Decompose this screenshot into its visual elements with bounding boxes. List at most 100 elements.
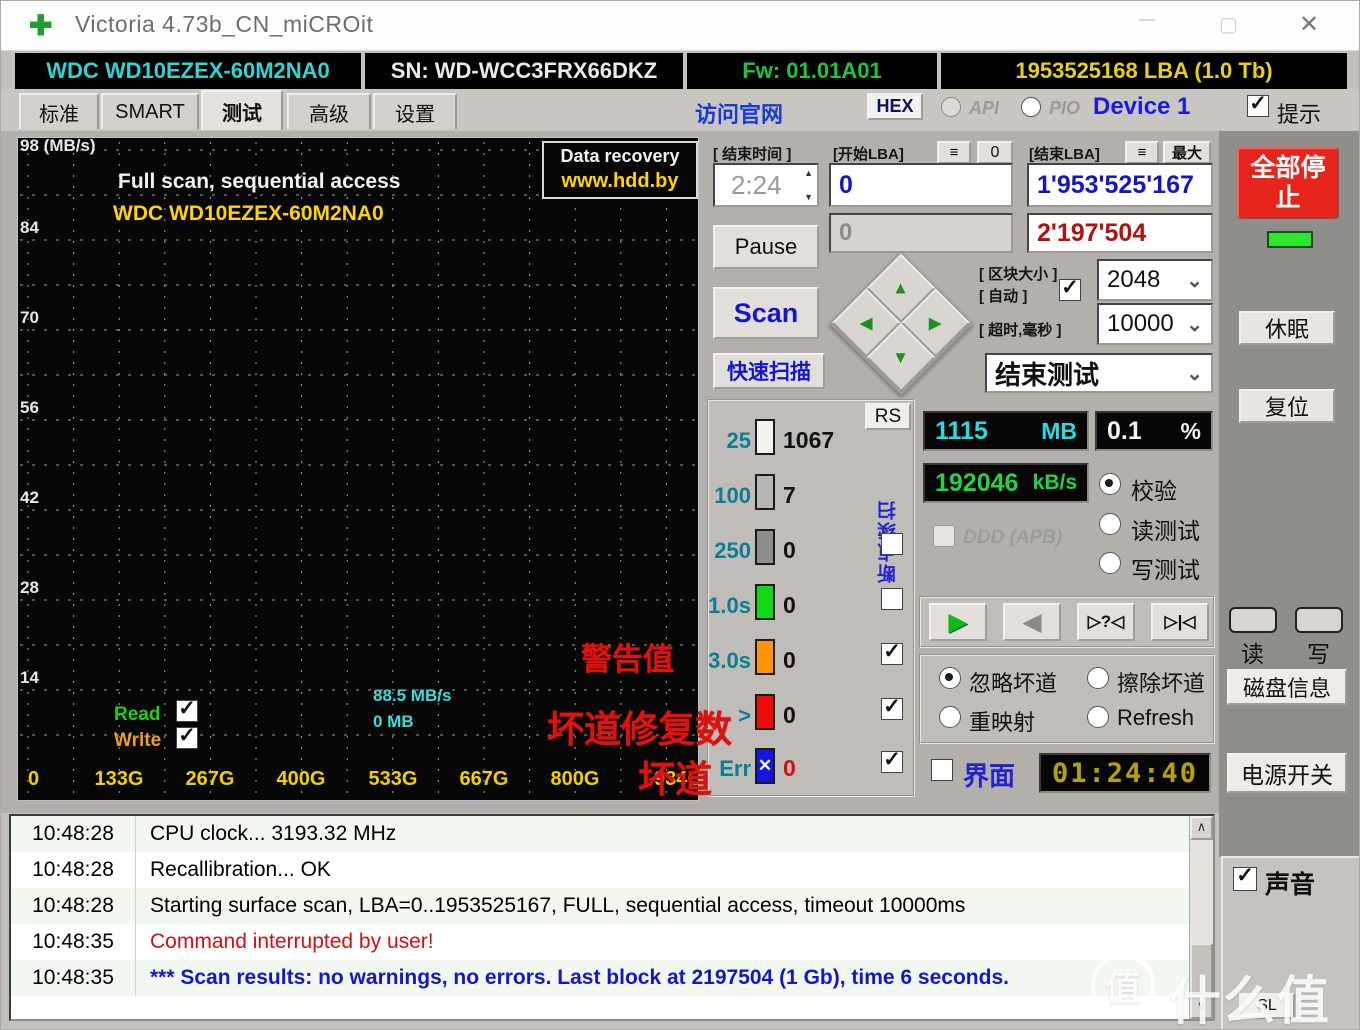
- power-switch-button[interactable]: 电源开关: [1227, 753, 1347, 793]
- stat-checkbox-3s[interactable]: ✓: [881, 643, 903, 665]
- pio-radio-label: PIO: [1049, 98, 1080, 119]
- percent-display: 0.1 %: [1095, 411, 1213, 451]
- write-checkbox[interactable]: ✓: [176, 727, 198, 749]
- hint-checkbox[interactable]: ✓: [1247, 95, 1269, 117]
- stat-checkbox-err[interactable]: ✓: [881, 751, 903, 773]
- drive-capacity: 1953525168 LBA (1.0 Tb): [941, 53, 1347, 89]
- website-link[interactable]: 访问官网: [695, 97, 783, 129]
- verify-radio-label: 校验: [1131, 472, 1177, 506]
- auto-checkbox[interactable]: ✓: [1059, 279, 1081, 301]
- chevron-down-icon: ⌄: [1186, 268, 1203, 293]
- data-amount-readout: 0 MB: [373, 712, 414, 732]
- ui-checkbox-label: 界面: [963, 756, 1015, 793]
- write-legend-label: Write: [114, 730, 161, 752]
- scroll-up-icon[interactable]: ∧: [1190, 816, 1213, 840]
- log-text: Starting surface scan, LBA=0..1953525167…: [136, 894, 965, 918]
- hex-button[interactable]: HEX: [867, 93, 923, 120]
- end-lba-list-button[interactable]: ≡: [1125, 141, 1159, 164]
- tab-advanced[interactable]: 高级: [287, 93, 371, 129]
- log-row: 10:48:35 Command interrupted by user!: [11, 924, 1213, 960]
- pio-radio[interactable]: [1021, 97, 1041, 117]
- app-icon: ✚: [29, 9, 52, 42]
- sleep-button[interactable]: 休眠: [1239, 311, 1335, 345]
- verify-radio[interactable]: [1099, 473, 1121, 495]
- api-radio[interactable]: [941, 97, 961, 117]
- refresh-radio[interactable]: [1087, 706, 1109, 728]
- seek-error-button[interactable]: ▷?◁: [1077, 603, 1135, 641]
- play-button[interactable]: ▶: [929, 603, 987, 641]
- start-lba-zero-button[interactable]: 0: [977, 141, 1013, 164]
- start-lba-field[interactable]: 0: [829, 163, 1013, 207]
- stat-label-1s: 1.0s: [707, 593, 751, 619]
- block-size-label: [ 区块大小 ]: [979, 263, 1057, 284]
- ddd-checkbox[interactable]: [933, 525, 955, 547]
- spinner-down-icon[interactable]: ▼: [804, 192, 813, 202]
- stat-checkbox-1s[interactable]: [881, 588, 903, 610]
- x-tick: 533G: [369, 768, 418, 791]
- disk-info-button[interactable]: 磁盘信息: [1227, 669, 1347, 705]
- log-time: 10:48:35: [11, 960, 136, 996]
- start-lba-list-button[interactable]: ≡: [937, 141, 971, 164]
- stat-value-25: 1067: [783, 427, 834, 454]
- stat-label-err: Err: [707, 756, 751, 782]
- scan-button[interactable]: Scan: [713, 287, 819, 339]
- stat-checkbox-250[interactable]: [881, 533, 903, 555]
- activity-led: [1267, 231, 1313, 248]
- tab-smart[interactable]: SMART: [101, 93, 199, 129]
- end-action-select[interactable]: 结束测试 ⌄: [985, 353, 1213, 393]
- ui-checkbox[interactable]: [931, 759, 953, 781]
- tab-settings[interactable]: 设置: [373, 93, 457, 129]
- back-button[interactable]: ◀: [1003, 603, 1061, 641]
- quick-scan-button[interactable]: 快速扫描: [713, 353, 825, 389]
- erase-bad-radio[interactable]: [1087, 667, 1109, 689]
- end-lba-max-button[interactable]: 最大: [1163, 141, 1211, 164]
- end-lba-field[interactable]: 1'953'525'167: [1027, 163, 1213, 207]
- minimize-icon[interactable]: —: [1139, 11, 1155, 29]
- erase-bad-radio-label: 擦除坏道: [1117, 666, 1205, 698]
- drive-serial: SN: WD-WCC3FRX66DKZ: [365, 53, 683, 89]
- stop-all-button[interactable]: 全部停 止: [1237, 147, 1339, 219]
- timeout-value: 10000: [1107, 310, 1174, 338]
- reset-button[interactable]: 复位: [1239, 389, 1335, 423]
- remap-radio[interactable]: [939, 706, 961, 728]
- seek-end-button[interactable]: ▷|◁: [1151, 603, 1209, 641]
- stat-swatch-100: [755, 474, 775, 510]
- remap-radio-label: 重映射: [969, 705, 1035, 737]
- start-lba-label: [开始LBA]: [833, 143, 904, 164]
- read-checkbox[interactable]: ✓: [176, 700, 198, 722]
- annotation-bad-sector: 坏道: [638, 749, 712, 803]
- speed-value: 192046: [935, 469, 1018, 498]
- stat-swatch-err: ✕: [755, 748, 775, 784]
- timeout-select[interactable]: 10000 ⌄: [1097, 303, 1213, 345]
- auto-label: [ 自动 ]: [979, 285, 1027, 306]
- sound-checkbox[interactable]: ✓: [1233, 867, 1257, 891]
- tab-test[interactable]: 测试: [201, 90, 283, 130]
- percent-unit: %: [1181, 418, 1201, 445]
- end-time-label: [ 结束时间 ]: [713, 143, 791, 164]
- maximize-icon[interactable]: ▢: [1219, 12, 1238, 37]
- api-radio-label: API: [969, 98, 999, 119]
- elapsed-time-display: 01:24:40: [1039, 753, 1211, 793]
- annotation-remap-count: 坏道修复数: [547, 699, 732, 753]
- spinner-up-icon[interactable]: ▲: [804, 168, 813, 178]
- stop-all-line1: 全部停: [1250, 153, 1325, 183]
- block-size-select[interactable]: 2048 ⌄: [1097, 259, 1213, 301]
- pause-button[interactable]: Pause: [713, 225, 819, 269]
- tab-standard[interactable]: 标准: [19, 93, 99, 129]
- log-time: 10:48:35: [11, 924, 136, 960]
- start-lba-secondary-field: 0: [829, 213, 1013, 253]
- read-led: [1229, 607, 1277, 633]
- ddd-checkbox-label: DDD (APB): [963, 527, 1062, 549]
- log-text-error: Command interrupted by user!: [136, 930, 434, 954]
- ignore-bad-radio[interactable]: [939, 667, 961, 689]
- end-time-spinner[interactable]: 2:24 ▲ ▼: [713, 163, 819, 207]
- y-axis-max-and-unit: 98 (MB/s): [20, 137, 96, 156]
- close-icon[interactable]: ✕: [1299, 10, 1319, 39]
- stat-checkbox-gt[interactable]: ✓: [881, 698, 903, 720]
- stat-label-250: 250: [711, 538, 751, 564]
- device-label[interactable]: Device 1: [1093, 93, 1190, 121]
- write-test-radio[interactable]: [1099, 552, 1121, 574]
- read-test-radio[interactable]: [1099, 513, 1121, 535]
- log-text: Recallibration... OK: [136, 858, 331, 882]
- rs-button[interactable]: RS: [865, 403, 911, 430]
